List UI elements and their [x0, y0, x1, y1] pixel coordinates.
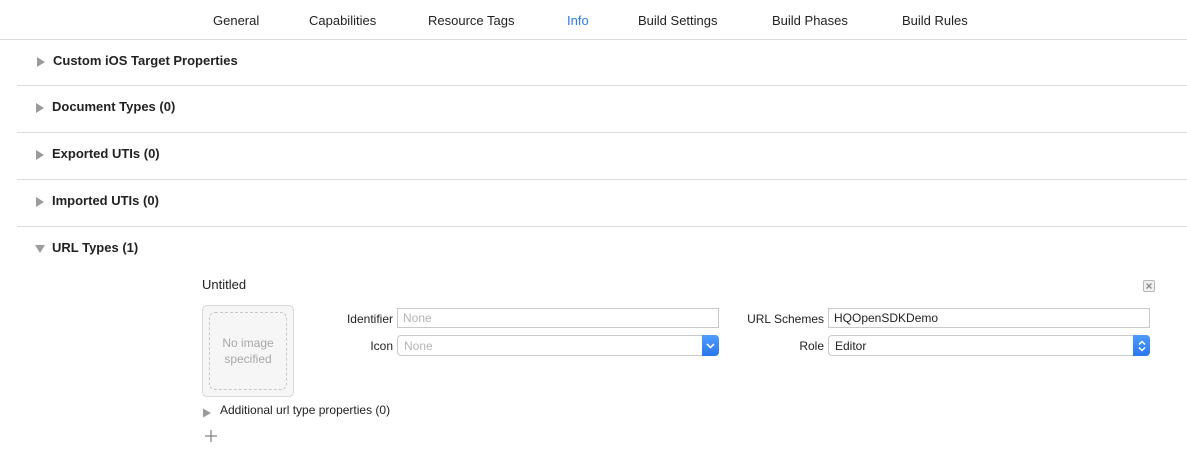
icon-label: Icon: [370, 339, 393, 353]
additional-properties-label: Additional url type properties (0): [220, 403, 391, 417]
url-type-image-well[interactable]: No image specified: [202, 305, 294, 397]
section-title[interactable]: Custom iOS Target Properties: [53, 53, 238, 68]
image-drop-area: No image specified: [209, 312, 287, 390]
tab-info[interactable]: Info: [567, 13, 589, 28]
plus-icon[interactable]: [204, 429, 218, 443]
section-document-types: Document Types (0): [17, 85, 1187, 132]
section-url-types: URL Types (1): [17, 226, 1187, 257]
disclosure-right-icon[interactable]: [34, 149, 46, 161]
role-label: Role: [799, 339, 824, 353]
url-schemes-input[interactable]: [828, 308, 1150, 328]
tab-general[interactable]: General: [213, 13, 259, 28]
icon-popup[interactable]: None: [397, 335, 719, 356]
tab-build-phases[interactable]: Build Phases: [772, 13, 848, 28]
tab-capabilities[interactable]: Capabilities: [309, 13, 376, 28]
section-imported-utis: Imported UTIs (0): [17, 179, 1187, 226]
disclosure-right-icon[interactable]: [34, 102, 46, 114]
section-title[interactable]: Document Types (0): [52, 99, 175, 114]
section-title[interactable]: Exported UTIs (0): [52, 146, 160, 161]
tab-build-rules[interactable]: Build Rules: [902, 13, 968, 28]
identifier-input[interactable]: [397, 308, 719, 328]
delete-box-icon[interactable]: [1143, 279, 1155, 292]
section-title[interactable]: Imported UTIs (0): [52, 193, 159, 208]
identifier-label: Identifier: [346, 312, 393, 326]
section-custom-ios-target-properties: Custom iOS Target Properties: [0, 39, 1187, 86]
url-schemes-label: URL Schemes: [747, 312, 824, 326]
updown-chevron-icon: [1133, 335, 1150, 356]
tab-resource-tags[interactable]: Resource Tags: [428, 13, 514, 28]
disclosure-down-icon[interactable]: [34, 243, 46, 255]
chevron-down-icon: [702, 335, 719, 356]
image-placeholder-text: No image specified: [222, 336, 274, 366]
disclosure-right-icon: [202, 405, 212, 418]
section-exported-utis: Exported UTIs (0): [17, 132, 1187, 179]
info-editor: General Capabilities Resource Tags Info …: [0, 0, 1187, 453]
editor-tab-bar: General Capabilities Resource Tags Info …: [0, 0, 1187, 40]
section-title[interactable]: URL Types (1): [52, 240, 138, 255]
tab-build-settings[interactable]: Build Settings: [638, 13, 718, 28]
role-popup[interactable]: Editor: [828, 335, 1150, 356]
url-type-name: Untitled: [202, 277, 247, 292]
icon-popup-value: None: [404, 339, 433, 353]
disclosure-right-icon[interactable]: [35, 56, 47, 68]
role-popup-value: Editor: [835, 339, 867, 353]
disclosure-right-icon[interactable]: [34, 196, 46, 208]
